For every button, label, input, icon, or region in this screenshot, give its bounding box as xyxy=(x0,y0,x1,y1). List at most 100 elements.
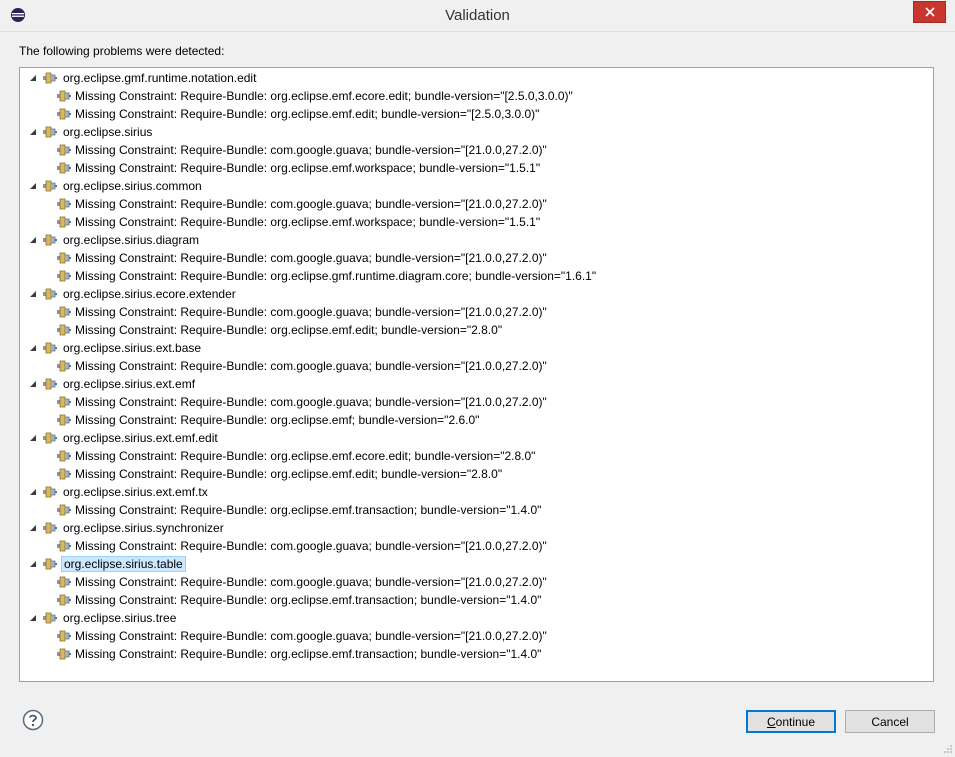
problem-label: Missing Constraint: Require-Bundle: org.… xyxy=(75,413,480,427)
tree-node-label: org.eclipse.sirius.ext.base xyxy=(63,341,202,355)
problem-label: Missing Constraint: Require-Bundle: org.… xyxy=(75,593,542,607)
tree-node-problem[interactable]: Missing Constraint: Require-Bundle: com.… xyxy=(56,249,547,267)
expand-arrow-icon[interactable] xyxy=(28,487,38,497)
tree-node-problem[interactable]: Missing Constraint: Require-Bundle: com.… xyxy=(56,195,547,213)
plugin-icon xyxy=(56,214,72,230)
plugin-icon xyxy=(56,502,72,518)
plugin-icon xyxy=(56,142,72,158)
expand-arrow-icon[interactable] xyxy=(28,613,38,623)
tree-node-problem[interactable]: Missing Constraint: Require-Bundle: org.… xyxy=(56,447,535,465)
tree-node-label: org.eclipse.sirius.ext.emf.edit xyxy=(63,431,218,445)
tree-node-bundle[interactable]: org.eclipse.sirius.diagram xyxy=(28,231,201,249)
close-icon xyxy=(924,7,935,17)
help-button[interactable] xyxy=(22,709,44,731)
tree-node-problem[interactable]: Missing Constraint: Require-Bundle: org.… xyxy=(56,87,573,105)
tree-node-bundle[interactable]: org.eclipse.sirius.ecore.extender xyxy=(28,285,238,303)
tree-node-problem[interactable]: Missing Constraint: Require-Bundle: org.… xyxy=(56,213,540,231)
tree-node-problem[interactable]: Missing Constraint: Require-Bundle: org.… xyxy=(56,465,502,483)
problem-label: Missing Constraint: Require-Bundle: com.… xyxy=(75,305,547,319)
cancel-button[interactable]: Cancel xyxy=(845,710,935,733)
expand-arrow-icon[interactable] xyxy=(28,235,38,245)
tree-node-bundle[interactable]: org.eclipse.sirius.ext.emf.edit xyxy=(28,429,220,447)
expand-arrow-icon[interactable] xyxy=(28,559,38,569)
problem-label: Missing Constraint: Require-Bundle: org.… xyxy=(75,503,542,517)
plugin-icon xyxy=(56,394,72,410)
tree-node-bundle[interactable]: org.eclipse.sirius.tree xyxy=(28,609,178,627)
plugin-icon xyxy=(56,538,72,554)
problem-label: Missing Constraint: Require-Bundle: com.… xyxy=(75,575,547,589)
tree-node-problem[interactable]: Missing Constraint: Require-Bundle: org.… xyxy=(56,159,540,177)
window-title: Validation xyxy=(445,7,510,24)
plugin-icon xyxy=(56,106,72,122)
help-icon xyxy=(22,709,44,731)
tree-node-bundle[interactable]: org.eclipse.sirius.synchronizer xyxy=(28,519,226,537)
plugin-icon xyxy=(42,430,58,446)
tree-node-bundle[interactable]: org.eclipse.gmf.runtime.notation.edit xyxy=(28,69,258,87)
expand-arrow-icon[interactable] xyxy=(28,343,38,353)
cancel-button-label: Cancel xyxy=(871,714,909,729)
tree-node-problem[interactable]: Missing Constraint: Require-Bundle: org.… xyxy=(56,645,541,663)
tree-node-label: org.eclipse.sirius.ecore.extender xyxy=(63,287,236,301)
plugin-icon xyxy=(56,322,72,338)
plugin-icon xyxy=(56,304,72,320)
problems-tree[interactable]: org.eclipse.gmf.runtime.notation.edit Mis… xyxy=(19,67,934,682)
expand-arrow-icon[interactable] xyxy=(28,127,38,137)
plugin-icon xyxy=(42,484,58,500)
plugin-icon xyxy=(56,448,72,464)
continue-button[interactable]: Continue xyxy=(746,710,836,733)
tree-node-problem[interactable]: Missing Constraint: Require-Bundle: com.… xyxy=(56,141,547,159)
plugin-icon xyxy=(56,592,72,608)
tree-node-problem[interactable]: Missing Constraint: Require-Bundle: org.… xyxy=(56,411,479,429)
plugin-icon xyxy=(42,376,58,392)
close-button[interactable] xyxy=(913,1,946,23)
problems-message: The following problems were detected: xyxy=(19,44,225,58)
plugin-icon xyxy=(56,466,72,482)
tree-node-problem[interactable]: Missing Constraint: Require-Bundle: com.… xyxy=(56,393,547,411)
expand-arrow-icon[interactable] xyxy=(28,433,38,443)
plugin-icon xyxy=(56,628,72,644)
tree-node-problem[interactable]: Missing Constraint: Require-Bundle: org.… xyxy=(56,501,541,519)
plugin-icon xyxy=(42,286,58,302)
plugin-icon xyxy=(56,88,72,104)
problem-label: Missing Constraint: Require-Bundle: org.… xyxy=(75,467,503,481)
problem-label: Missing Constraint: Require-Bundle: com.… xyxy=(75,143,547,157)
plugin-icon xyxy=(42,610,58,626)
tree-node-label: org.eclipse.sirius.table xyxy=(61,556,186,572)
expand-arrow-icon[interactable] xyxy=(28,523,38,533)
problem-label: Missing Constraint: Require-Bundle: com.… xyxy=(75,539,547,553)
tree-node-bundle[interactable]: org.eclipse.sirius.common xyxy=(28,177,204,195)
plugin-icon xyxy=(42,178,58,194)
expand-arrow-icon[interactable] xyxy=(28,289,38,299)
tree-node-label: org.eclipse.sirius xyxy=(63,125,153,139)
tree-node-problem[interactable]: Missing Constraint: Require-Bundle: org.… xyxy=(56,105,539,123)
tree-node-bundle[interactable]: org.eclipse.sirius xyxy=(28,123,154,141)
tree-node-problem[interactable]: Missing Constraint: Require-Bundle: org.… xyxy=(56,267,596,285)
resize-grip[interactable] xyxy=(943,743,953,753)
tree-node-problem[interactable]: Missing Constraint: Require-Bundle: com.… xyxy=(56,303,547,321)
tree-node-label: org.eclipse.sirius.diagram xyxy=(63,233,200,247)
tree-node-problem[interactable]: Missing Constraint: Require-Bundle: org.… xyxy=(56,321,502,339)
tree-node-bundle[interactable]: org.eclipse.sirius.ext.emf.tx xyxy=(28,483,210,501)
problem-label: Missing Constraint: Require-Bundle: com.… xyxy=(75,395,547,409)
plugin-icon xyxy=(56,268,72,284)
tree-node-problem[interactable]: Missing Constraint: Require-Bundle: com.… xyxy=(56,357,547,375)
plugin-icon xyxy=(56,646,72,662)
continue-button-label: Continue xyxy=(766,714,816,729)
problem-label: Missing Constraint: Require-Bundle: org.… xyxy=(75,107,540,121)
tree-node-problem[interactable]: Missing Constraint: Require-Bundle: com.… xyxy=(56,537,547,555)
expand-arrow-icon[interactable] xyxy=(28,181,38,191)
tree-node-label: org.eclipse.gmf.runtime.notation.edit xyxy=(63,71,257,85)
plugin-icon xyxy=(56,358,72,374)
expand-arrow-icon[interactable] xyxy=(28,379,38,389)
tree-node-label: org.eclipse.sirius.ext.emf xyxy=(63,377,196,391)
problem-label: Missing Constraint: Require-Bundle: org.… xyxy=(75,323,503,337)
tree-node-bundle[interactable]: org.eclipse.sirius.table xyxy=(28,555,186,573)
tree-node-bundle[interactable]: org.eclipse.sirius.ext.emf xyxy=(28,375,197,393)
expand-arrow-icon[interactable] xyxy=(28,73,38,83)
tree-node-problem[interactable]: Missing Constraint: Require-Bundle: com.… xyxy=(56,627,547,645)
plugin-icon xyxy=(56,160,72,176)
tree-node-problem[interactable]: Missing Constraint: Require-Bundle: org.… xyxy=(56,591,541,609)
tree-node-bundle[interactable]: org.eclipse.sirius.ext.base xyxy=(28,339,203,357)
tree-node-problem[interactable]: Missing Constraint: Require-Bundle: com.… xyxy=(56,573,547,591)
plugin-icon xyxy=(42,340,58,356)
